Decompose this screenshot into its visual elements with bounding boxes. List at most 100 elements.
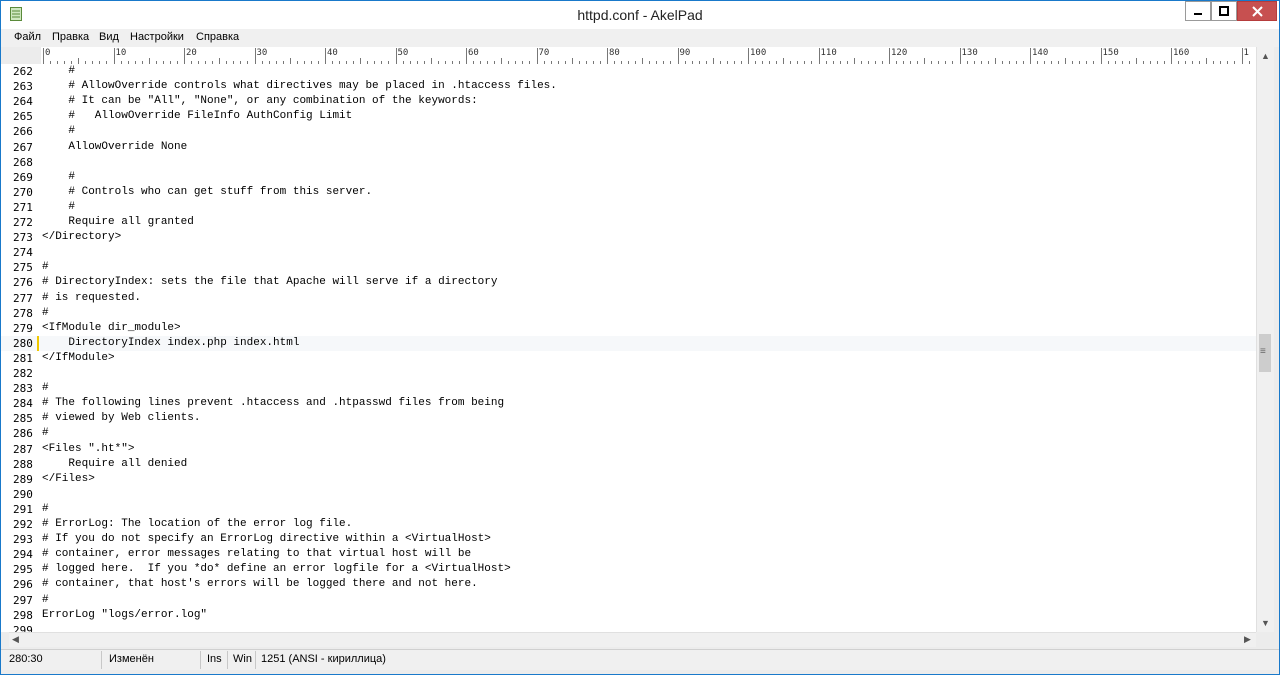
code-line[interactable]: 297 # xyxy=(1,593,1256,608)
title-bar[interactable]: httpd.conf - AkelPad xyxy=(1,1,1279,29)
line-text[interactable]: </Directory> xyxy=(42,230,121,245)
code-line[interactable]: 274 xyxy=(1,245,1256,260)
line-text[interactable]: # xyxy=(42,170,75,185)
code-line[interactable]: 270 # Controls who can get stuff from th… xyxy=(1,185,1256,200)
code-line[interactable]: 283 # xyxy=(1,381,1256,396)
line-text[interactable]: AllowOverride None xyxy=(42,140,187,155)
code-line[interactable]: 290 xyxy=(1,487,1256,502)
code-line[interactable]: 293 # If you do not specify an ErrorLog d… xyxy=(1,532,1256,547)
menu-help[interactable]: Справка xyxy=(196,31,239,43)
code-line[interactable]: 282 xyxy=(1,366,1256,381)
horizontal-scrollbar[interactable]: ◀ ▶ xyxy=(9,632,1256,647)
line-text[interactable]: # xyxy=(42,64,75,79)
line-text[interactable]: # AllowOverride FileInfo AuthConfig Limi… xyxy=(42,109,352,124)
line-text[interactable]: # xyxy=(42,381,49,396)
code-line[interactable]: 291 # xyxy=(1,502,1256,517)
line-text[interactable]: </IfModule> xyxy=(42,351,115,366)
text-editor[interactable]: 262 #263 # AllowOverride controls what d… xyxy=(1,64,1256,632)
ruler-label: 30 xyxy=(256,48,268,58)
code-line[interactable]: 275 # xyxy=(1,260,1256,275)
scroll-down-icon[interactable]: ▼ xyxy=(1261,618,1270,628)
status-encoding[interactable]: 1251 (ANSI - кириллица) xyxy=(261,653,386,665)
line-text[interactable]: # is requested. xyxy=(42,291,141,306)
code-line[interactable]: 292 # ErrorLog: The location of the error… xyxy=(1,517,1256,532)
code-line[interactable]: 268 xyxy=(1,155,1256,170)
code-line[interactable]: 294 # container, error messages relating … xyxy=(1,547,1256,562)
line-text[interactable]: # container, that host's errors will be … xyxy=(42,577,478,592)
code-line[interactable]: 288 Require all denied xyxy=(1,457,1256,472)
line-number: 290 xyxy=(13,487,33,501)
line-text[interactable]: # DirectoryIndex: sets the file that Apa… xyxy=(42,275,497,290)
code-line[interactable]: 269 # xyxy=(1,170,1256,185)
line-number: 279 xyxy=(13,321,33,335)
code-line[interactable]: 295 # logged here. If you *do* define an … xyxy=(1,562,1256,577)
menu-edit[interactable]: Правка xyxy=(52,31,89,43)
code-line[interactable]: 286 # xyxy=(1,426,1256,441)
line-text[interactable]: # xyxy=(42,426,49,441)
line-text[interactable]: # xyxy=(42,200,75,215)
line-text[interactable]: </Files> xyxy=(42,472,95,487)
menu-view[interactable]: Вид xyxy=(99,31,119,43)
line-text[interactable]: # xyxy=(42,502,49,517)
minimize-button[interactable] xyxy=(1185,1,1211,21)
code-line[interactable]: 278 # xyxy=(1,306,1256,321)
code-line[interactable]: 266 # xyxy=(1,124,1256,139)
code-line[interactable]: 289 </Files> xyxy=(1,472,1256,487)
ruler-tick xyxy=(959,48,961,64)
line-text[interactable]: # If you do not specify an ErrorLog dire… xyxy=(42,532,491,547)
code-line[interactable]: 296 # container, that host's errors will … xyxy=(1,577,1256,592)
status-separator xyxy=(255,651,256,669)
line-text[interactable]: # xyxy=(42,260,49,275)
close-button[interactable] xyxy=(1237,1,1277,21)
line-text[interactable]: # It can be "All", "None", or any combin… xyxy=(42,94,477,109)
status-insert-mode[interactable]: Ins xyxy=(207,653,222,665)
line-text[interactable]: # xyxy=(42,593,49,608)
current-line[interactable]: 280 DirectoryIndex index.php index.html xyxy=(1,335,1256,351)
code-line[interactable]: 273 </Directory> xyxy=(1,230,1256,245)
line-text[interactable]: ErrorLog "logs/error.log" xyxy=(42,608,207,623)
code-line[interactable]: 284 # The following lines prevent .htacce… xyxy=(1,396,1256,411)
line-text[interactable]: Require all denied xyxy=(42,457,187,472)
code-line[interactable]: 267 AllowOverride None xyxy=(1,140,1256,155)
vertical-scrollbar[interactable]: ▲ ≡ ▼ xyxy=(1256,47,1274,632)
line-text[interactable]: # container, error messages relating to … xyxy=(42,547,471,562)
scroll-right-icon[interactable]: ▶ xyxy=(1244,634,1251,645)
ruler-tick xyxy=(1241,48,1243,64)
line-text[interactable]: # xyxy=(42,124,75,139)
code-line[interactable]: 298 ErrorLog "logs/error.log" xyxy=(1,608,1256,623)
code-line[interactable]: 272 Require all granted xyxy=(1,215,1256,230)
line-number: 282 xyxy=(13,367,33,380)
line-text[interactable]: Require all granted xyxy=(42,215,193,230)
line-text[interactable]: # logged here. If you *do* define an err… xyxy=(42,562,511,577)
code-line[interactable]: 299 xyxy=(1,623,1256,632)
line-text[interactable]: # viewed by Web clients. xyxy=(42,411,200,426)
maximize-button[interactable] xyxy=(1211,1,1237,21)
scroll-left-icon[interactable]: ◀ xyxy=(12,634,19,645)
vertical-scroll-thumb[interactable]: ≡ xyxy=(1259,334,1271,372)
line-text[interactable]: # xyxy=(42,306,49,321)
line-text[interactable]: # ErrorLog: The location of the error lo… xyxy=(42,517,352,532)
line-text[interactable]: # AllowOverride controls what directives… xyxy=(42,79,557,94)
line-text[interactable]: # Controls who can get stuff from this s… xyxy=(42,185,372,200)
code-line[interactable]: 263 # AllowOverride controls what direct… xyxy=(1,79,1256,94)
code-line[interactable]: 265 # AllowOverride FileInfo AuthConfig … xyxy=(1,109,1256,124)
menu-settings[interactable]: Настройки xyxy=(130,31,184,43)
code-line[interactable]: 277 # is requested. xyxy=(1,291,1256,306)
line-text[interactable]: DirectoryIndex index.php index.html xyxy=(42,336,299,351)
code-line[interactable]: 271 # xyxy=(1,200,1256,215)
code-line[interactable]: 281 </IfModule> xyxy=(1,351,1256,366)
code-line[interactable]: 276 # DirectoryIndex: sets the file that … xyxy=(1,275,1256,290)
code-line[interactable]: 264 # It can be "All", "None", or any co… xyxy=(1,94,1256,109)
line-number: 287 xyxy=(13,442,33,456)
code-line[interactable]: 262 # xyxy=(1,64,1256,79)
status-newline[interactable]: Win xyxy=(233,653,252,665)
status-position: 280:30 xyxy=(9,653,43,665)
line-text[interactable]: <Files ".ht*"> xyxy=(42,442,134,457)
code-line[interactable]: 279 <IfModule dir_module> xyxy=(1,321,1256,336)
code-line[interactable]: 287 <Files ".ht*"> xyxy=(1,442,1256,457)
scroll-up-icon[interactable]: ▲ xyxy=(1261,51,1270,61)
line-text[interactable]: <IfModule dir_module> xyxy=(42,321,181,336)
line-text[interactable]: # The following lines prevent .htaccess … xyxy=(42,396,504,411)
code-line[interactable]: 285 # viewed by Web clients. xyxy=(1,411,1256,426)
menu-file[interactable]: Файл xyxy=(14,31,41,43)
